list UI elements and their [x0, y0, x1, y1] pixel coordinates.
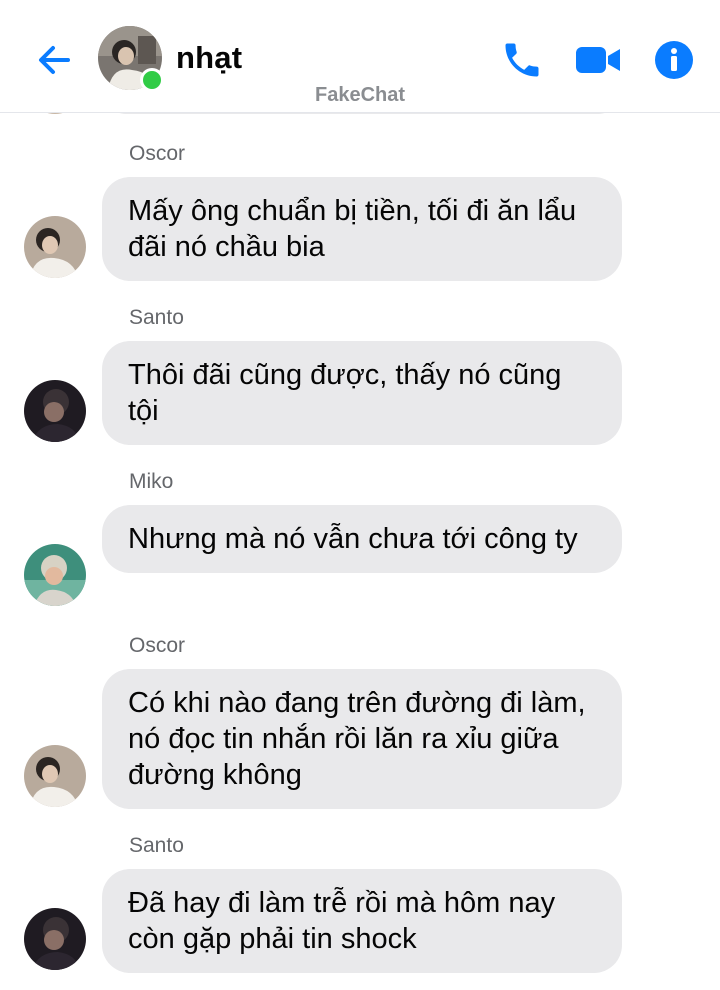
back-arrow-icon[interactable]: [30, 36, 78, 84]
message-bubble[interactable]: Thôi đãi cũng được, thấy nó cũng tội: [102, 341, 622, 445]
message-list: Oscor Mấy ông chuẩn bị tiền, tối đi ăn l…: [0, 0, 720, 990]
sender-name: Oscor: [129, 634, 186, 657]
sender-name: Santo: [129, 306, 184, 329]
info-icon[interactable]: [646, 34, 702, 86]
sender-avatar[interactable]: [24, 216, 86, 278]
watermark-label: FakeChat: [314, 84, 406, 106]
contact-name: nhạt: [176, 40, 243, 75]
video-camera-icon[interactable]: [570, 34, 626, 86]
message-bubble[interactable]: Mấy ông chuẩn bị tiền, tối đi ăn lẩu đãi…: [102, 177, 622, 281]
message-bubble[interactable]: Có khi nào đang trên đường đi làm, nó đọ…: [102, 669, 622, 809]
sender-avatar[interactable]: [24, 544, 86, 606]
sender-avatar[interactable]: [24, 380, 86, 442]
sender-name: Santo: [129, 834, 184, 857]
sender-avatar[interactable]: [24, 908, 86, 970]
message-bubble[interactable]: Nhưng mà nó vẫn chưa tới công ty: [102, 505, 622, 573]
message-bubble[interactable]: Đã hay đi làm trễ rồi mà hôm nay còn gặp…: [102, 869, 622, 973]
sender-name: Oscor: [129, 142, 186, 165]
sender-avatar[interactable]: [24, 745, 86, 807]
phone-icon[interactable]: [494, 34, 550, 86]
sender-name: Miko: [129, 470, 174, 493]
contact-avatar[interactable]: [98, 26, 164, 92]
